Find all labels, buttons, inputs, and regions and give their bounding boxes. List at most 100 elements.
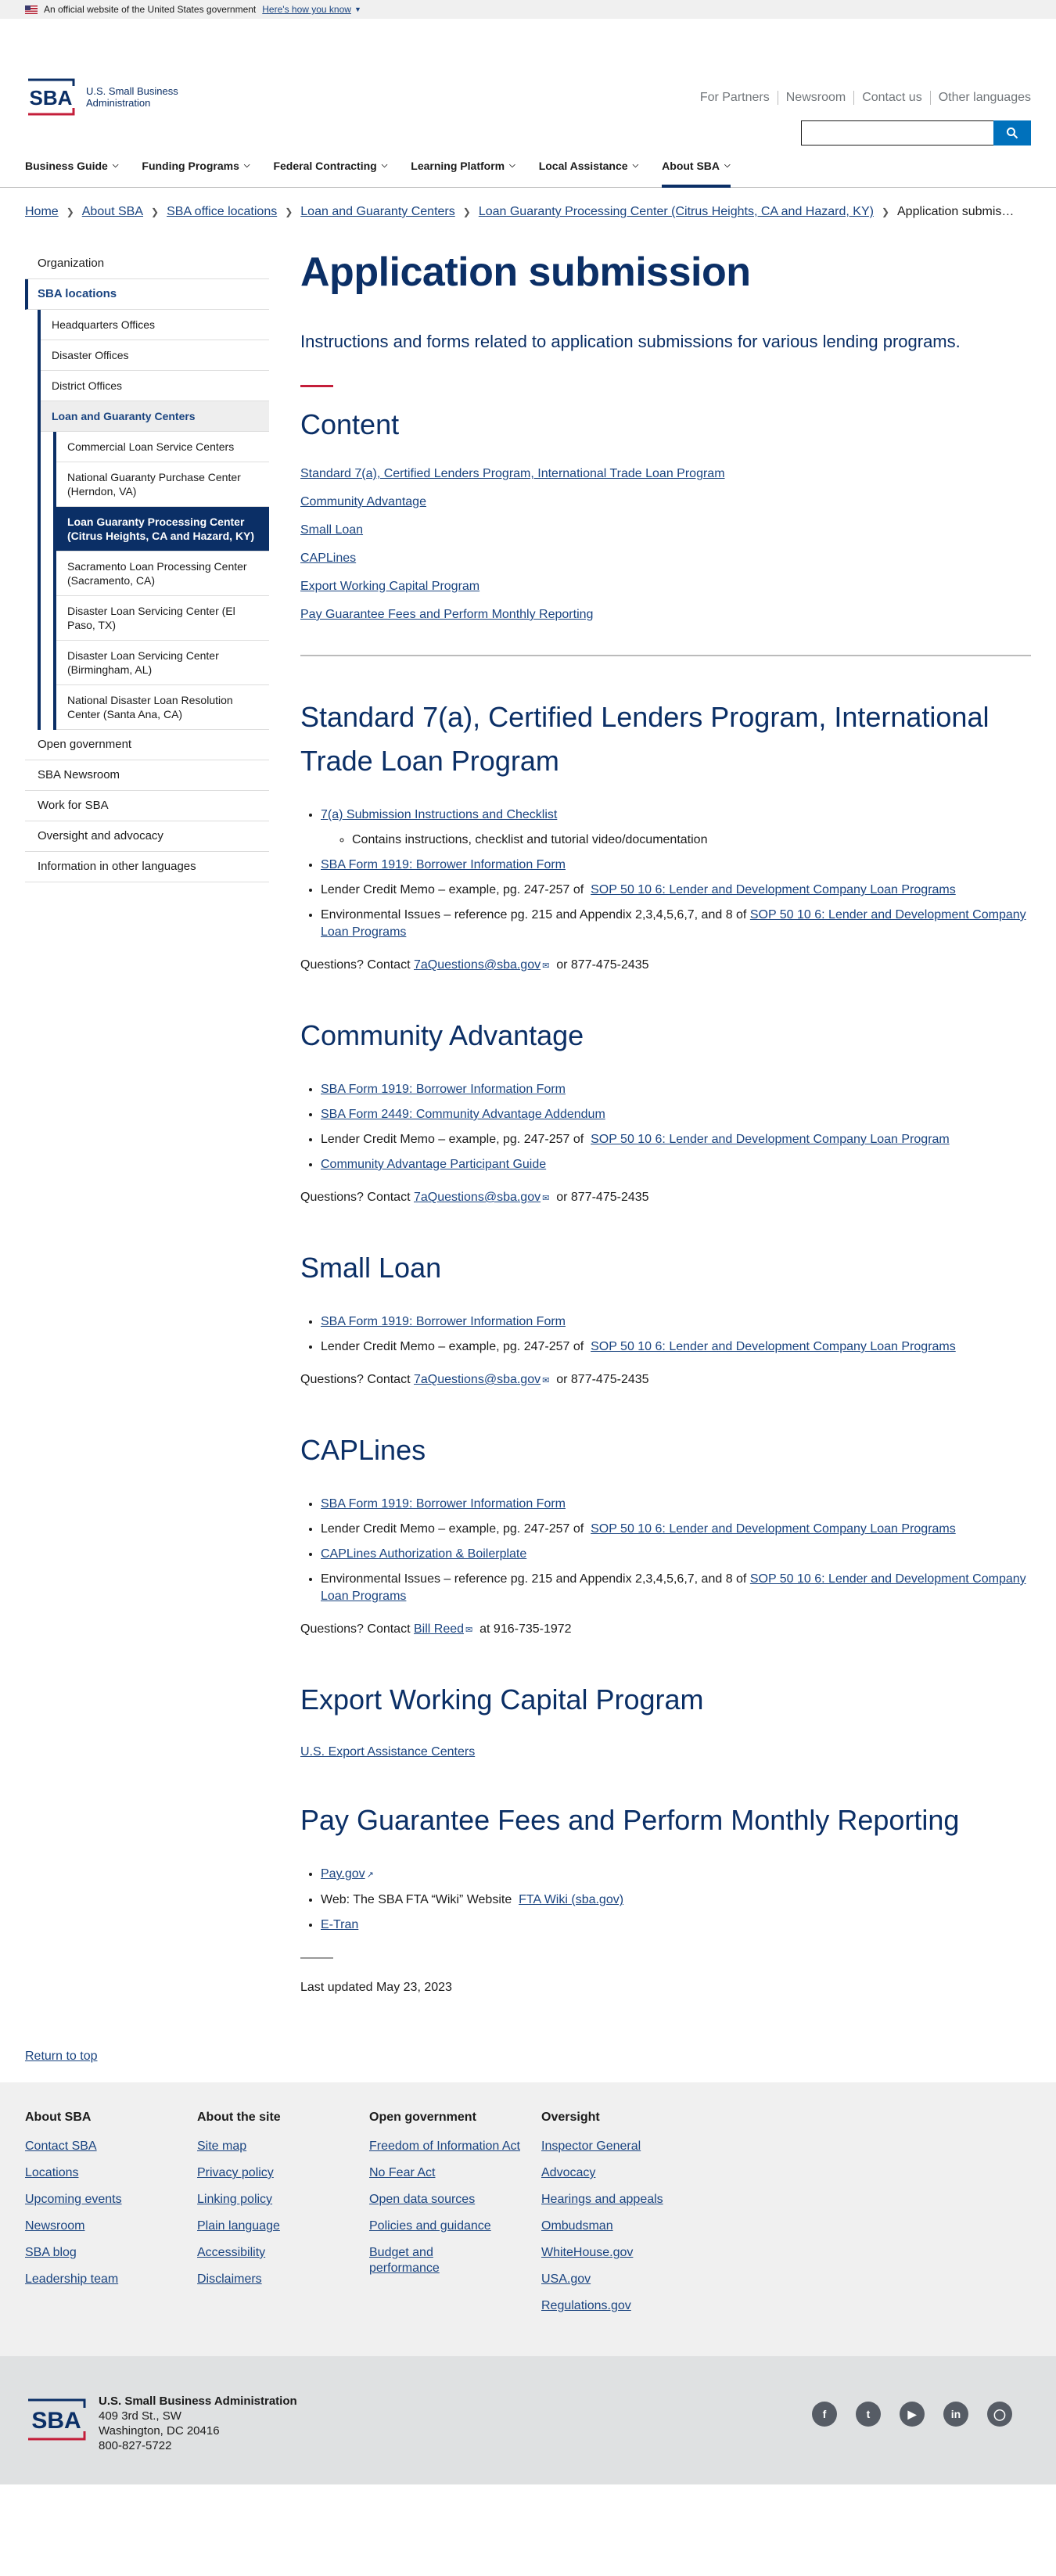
footer-link[interactable]: Regulations.gov	[541, 2298, 713, 2314]
sba-logo[interactable]: SBA U.S. Small Business Administration	[25, 75, 178, 119]
section-community-advantage: Community Advantage SBA Form 1919: Borro…	[300, 1014, 1031, 1207]
nav-local-assistance[interactable]: Local Assistance ⌵	[539, 144, 638, 188]
form-1919-link[interactable]: SBA Form 1919: Borrower Information Form	[321, 858, 566, 871]
footer-link[interactable]: Contact SBA	[25, 2139, 197, 2154]
footer-link[interactable]: SBA blog	[25, 2245, 197, 2261]
breadcrumb-processing-center[interactable]: Loan Guaranty Processing Center (Citrus …	[479, 205, 874, 219]
footer-link[interactable]: Policies and guidance	[369, 2219, 526, 2234]
sidenav-other-languages[interactable]: Information in other languages	[25, 852, 269, 882]
email-link[interactable]: 7aQuestions@sba.gov	[414, 1191, 541, 1204]
export-centers-link[interactable]: U.S. Export Assistance Centers	[300, 1745, 475, 1759]
footer-link[interactable]: Open data sources	[369, 2192, 526, 2208]
email-link[interactable]: 7aQuestions@sba.gov	[414, 1373, 541, 1386]
breadcrumb-home[interactable]: Home	[25, 205, 59, 219]
nav-business-guide[interactable]: Business Guide ⌵	[25, 144, 118, 188]
facebook-icon[interactable]: f	[812, 2402, 837, 2427]
sidenav-processing-center[interactable]: Loan Guaranty Processing Center (Citrus …	[56, 507, 269, 551]
breadcrumb-office-locations[interactable]: SBA office locations	[167, 205, 277, 219]
nav-learning-platform[interactable]: Learning Platform ⌵	[411, 144, 515, 188]
sidenav-district-offices[interactable]: District Offices	[41, 371, 269, 401]
list-item: E-Tran	[321, 1917, 1031, 1934]
sidenav-guaranty-purchase[interactable]: National Guaranty Purchase Center (Hernd…	[56, 462, 269, 507]
youtube-icon[interactable]: ▶	[900, 2402, 925, 2427]
twitter-icon[interactable]: t	[856, 2402, 881, 2427]
footer-link[interactable]: Accessibility	[197, 2245, 369, 2261]
footer-link[interactable]: Linking policy	[197, 2192, 369, 2208]
chevron-right-icon: ❯	[151, 207, 160, 217]
sop-link[interactable]: SOP 50 10 6: Lender and Development Comp…	[591, 1522, 956, 1536]
email-link[interactable]: 7aQuestions@sba.gov	[414, 958, 541, 972]
search-button[interactable]	[993, 120, 1031, 146]
footer-link[interactable]: Plain language	[197, 2219, 369, 2234]
chevron-down-icon: ⌵	[724, 161, 731, 170]
email-link[interactable]: Bill Reed	[414, 1622, 464, 1636]
linkedin-icon[interactable]: in	[943, 2402, 968, 2427]
e-tran-link[interactable]: E-Tran	[321, 1918, 358, 1931]
breadcrumb-about-sba[interactable]: About SBA	[82, 205, 143, 219]
footer-link[interactable]: Privacy policy	[197, 2165, 369, 2181]
sidenav-open-government[interactable]: Open government	[25, 730, 269, 760]
sidenav-santa-ana[interactable]: National Disaster Loan Resolution Center…	[56, 685, 269, 730]
sidenav-sacramento[interactable]: Sacramento Loan Processing Center (Sacra…	[56, 551, 269, 596]
caplines-authorization-link[interactable]: CAPLines Authorization & Boilerplate	[321, 1547, 526, 1561]
other-languages-link[interactable]: Other languages	[931, 91, 1031, 105]
sop-link[interactable]: SOP 50 10 6: Lender and Development Comp…	[591, 1133, 950, 1146]
return-to-top-link[interactable]: Return to top	[25, 2050, 98, 2063]
footer-link[interactable]: Advocacy	[541, 2165, 713, 2181]
newsroom-link[interactable]: Newsroom	[778, 91, 855, 105]
footer-link[interactable]: Freedom of Information Act	[369, 2139, 526, 2154]
breadcrumb-loan-guaranty-centers[interactable]: Loan and Guaranty Centers	[300, 205, 454, 219]
footer-link[interactable]: Inspector General	[541, 2139, 713, 2154]
toc-link-community-advantage[interactable]: Community Advantage	[300, 495, 1031, 509]
for-partners-link[interactable]: For Partners	[692, 91, 778, 105]
footer-link[interactable]: WhiteHouse.gov	[541, 2245, 713, 2261]
list-item: Environmental Issues – reference pg. 215…	[321, 1571, 1031, 1605]
footer-link[interactable]: Upcoming events	[25, 2192, 197, 2208]
footer-link[interactable]: Budget and performance	[369, 2245, 479, 2276]
toc-link-caplines[interactable]: CAPLines	[300, 551, 1031, 566]
fta-wiki-link[interactable]: FTA Wiki (sba.gov)	[519, 1893, 623, 1906]
sop-link[interactable]: SOP 50 10 6: Lender and Development Comp…	[591, 1340, 956, 1353]
toc-link-export-working-capital[interactable]: Export Working Capital Program	[300, 580, 1031, 594]
toc-link-standard-7a[interactable]: Standard 7(a), Certified Lenders Program…	[300, 467, 1031, 481]
nav-about-sba[interactable]: About SBA ⌵	[662, 144, 731, 188]
footer-link[interactable]: Hearings and appeals	[541, 2192, 713, 2208]
nav-funding-programs[interactable]: Funding Programs ⌵	[142, 144, 250, 188]
form-1919-link[interactable]: SBA Form 1919: Borrower Information Form	[321, 1497, 566, 1511]
form-2449-link[interactable]: SBA Form 2449: Community Advantage Adden…	[321, 1108, 605, 1121]
footer-link[interactable]: Leadership team	[25, 2272, 197, 2287]
contact-us-link[interactable]: Contact us	[854, 91, 931, 105]
pay-gov-link[interactable]: Pay.gov	[321, 1867, 365, 1881]
nav-federal-contracting[interactable]: Federal Contracting ⌵	[273, 144, 387, 188]
footer-link[interactable]: No Fear Act	[369, 2165, 526, 2181]
search-input[interactable]	[801, 120, 993, 146]
gray-divider	[300, 1957, 333, 1959]
sidenav-newsroom[interactable]: SBA Newsroom	[25, 760, 269, 791]
footer-link[interactable]: USA.gov	[541, 2272, 713, 2287]
sidenav-loan-guaranty-centers[interactable]: Loan and Guaranty Centers	[41, 401, 269, 432]
sidenav-disaster-offices[interactable]: Disaster Offices	[41, 340, 269, 371]
sidenav-headquarters-offices[interactable]: Headquarters Offices	[41, 310, 269, 340]
footer-link[interactable]: Site map	[197, 2139, 369, 2154]
toc-link-small-loan[interactable]: Small Loan	[300, 523, 1031, 537]
footer-link[interactable]: Disclaimers	[197, 2272, 369, 2287]
sidenav-birmingham[interactable]: Disaster Loan Servicing Center (Birmingh…	[56, 641, 269, 685]
form-1919-link[interactable]: SBA Form 1919: Borrower Information Form	[321, 1083, 566, 1096]
sidenav-work-for-sba[interactable]: Work for SBA	[25, 791, 269, 821]
heres-how-you-know-link[interactable]: Here's how you know	[262, 4, 351, 15]
list-item: SBA Form 1919: Borrower Information Form	[321, 1313, 1031, 1331]
footer-link[interactable]: Newsroom	[25, 2219, 197, 2234]
form-1919-link[interactable]: SBA Form 1919: Borrower Information Form	[321, 1315, 566, 1328]
instagram-icon[interactable]: ◯	[987, 2402, 1012, 2427]
footer-link[interactable]: Ombudsman	[541, 2219, 713, 2234]
sidenav-sba-locations[interactable]: SBA locations	[25, 279, 269, 310]
sidenav-organization[interactable]: Organization	[25, 249, 269, 279]
submission-instructions-link[interactable]: 7(a) Submission Instructions and Checkli…	[321, 808, 557, 821]
footer-link[interactable]: Locations	[25, 2165, 197, 2181]
toc-link-pay-guarantee-fees[interactable]: Pay Guarantee Fees and Perform Monthly R…	[300, 608, 1031, 622]
sidenav-el-paso[interactable]: Disaster Loan Servicing Center (El Paso,…	[56, 596, 269, 641]
sidenav-commercial-loan-service[interactable]: Commercial Loan Service Centers	[56, 432, 269, 462]
participant-guide-link[interactable]: Community Advantage Participant Guide	[321, 1158, 546, 1171]
sidenav-oversight[interactable]: Oversight and advocacy	[25, 821, 269, 852]
sop-link[interactable]: SOP 50 10 6: Lender and Development Comp…	[591, 883, 956, 896]
